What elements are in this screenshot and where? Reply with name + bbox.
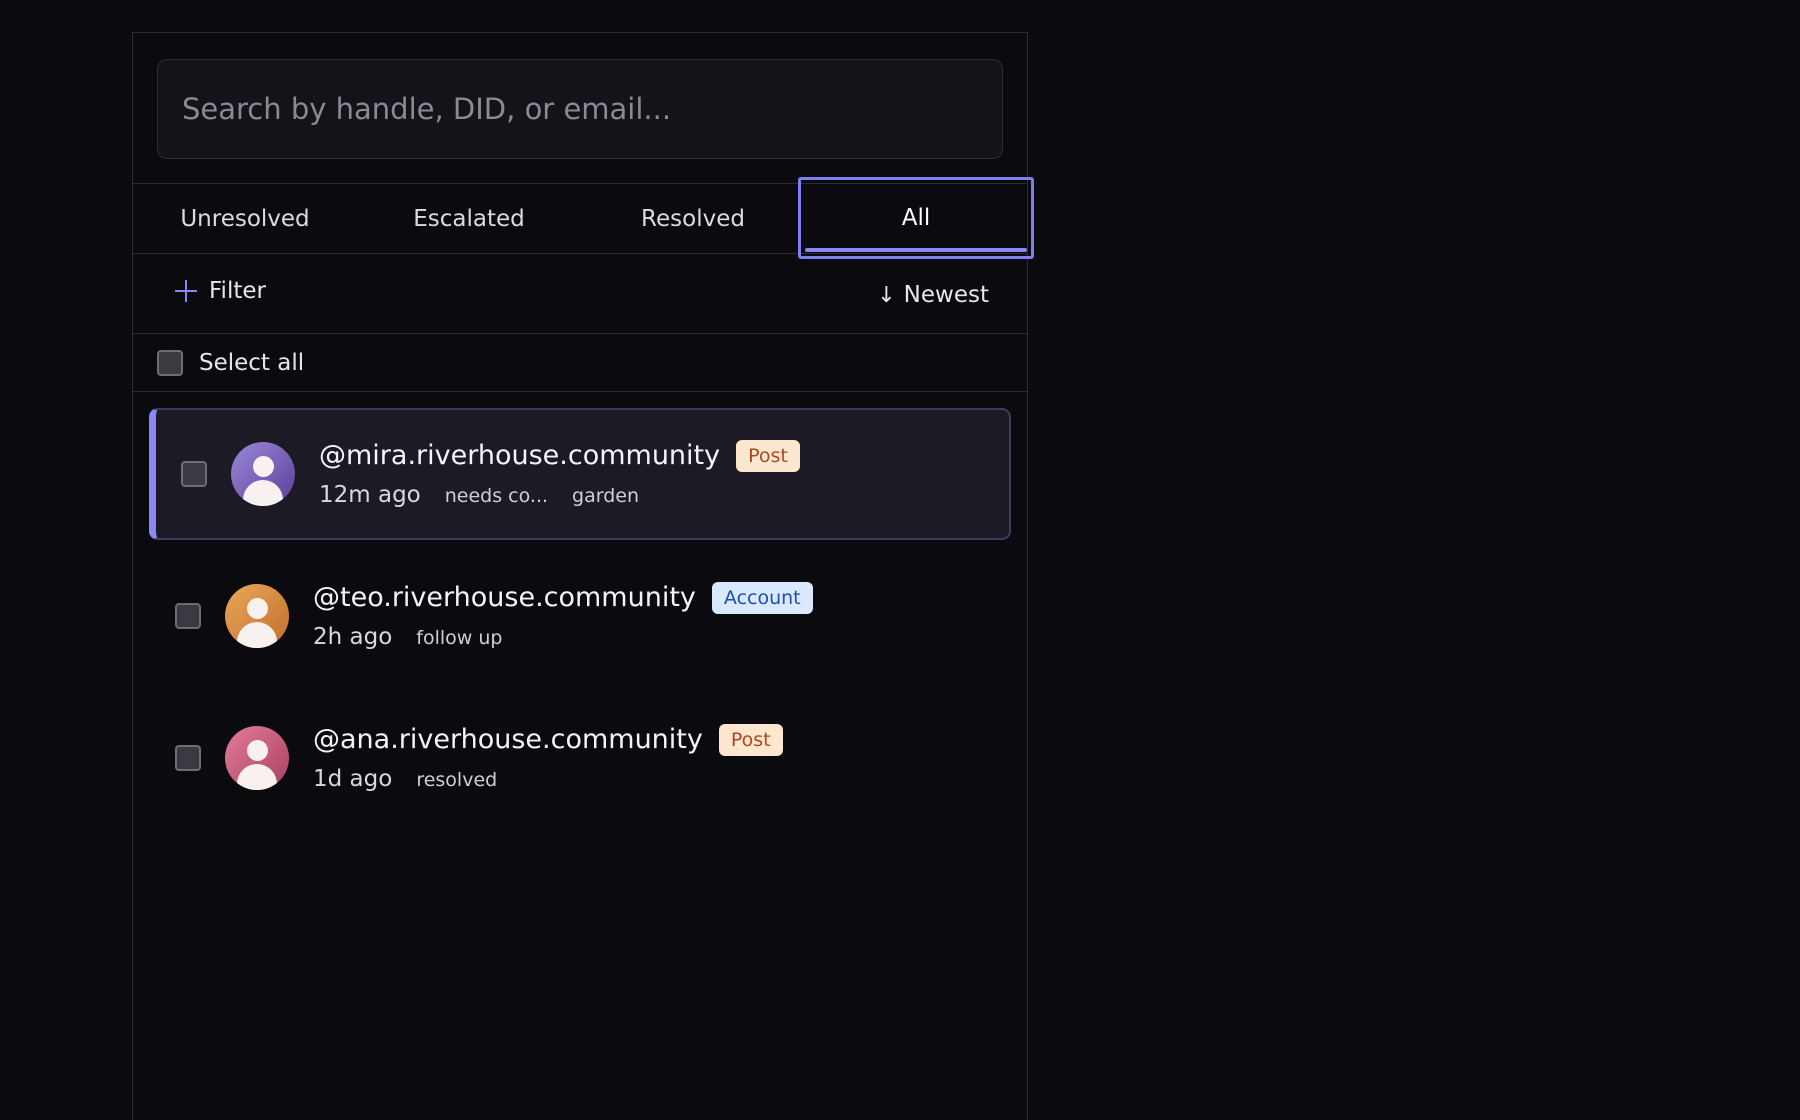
tab-label: All xyxy=(901,205,931,231)
list-toolbar: Filter ↓ Newest xyxy=(133,254,1027,334)
report-list: @mira.riverhouse.community Post 12m ago … xyxy=(133,392,1027,824)
filter-label: Filter xyxy=(209,278,266,304)
plus-icon xyxy=(175,280,197,302)
report-time: 1d ago xyxy=(313,766,393,793)
user-icon xyxy=(247,740,268,761)
tab-resolved[interactable]: Resolved xyxy=(581,184,805,253)
avatar xyxy=(225,584,289,648)
type-badge: Post xyxy=(718,723,783,757)
avatar xyxy=(225,726,289,790)
type-badge: Account xyxy=(711,581,813,615)
tab-escalated[interactable]: Escalated xyxy=(357,184,581,253)
filter-button[interactable]: Filter xyxy=(175,278,266,304)
report-tag: needs co... xyxy=(444,485,549,508)
report-time: 12m ago xyxy=(319,482,421,509)
tab-label: Unresolved xyxy=(180,205,310,232)
user-icon xyxy=(247,598,268,619)
active-tab-indicator xyxy=(805,248,1027,252)
tab-unresolved[interactable]: Unresolved xyxy=(133,184,357,253)
report-handle: @mira.riverhouse.community xyxy=(319,440,721,472)
tab-label: Escalated xyxy=(413,205,525,232)
select-all-checkbox[interactable] xyxy=(157,349,183,376)
report-info: @ana.riverhouse.community Post 1d ago re… xyxy=(313,723,783,793)
report-row[interactable]: @teo.riverhouse.community Account 2h ago… xyxy=(149,550,1011,682)
user-icon xyxy=(253,456,274,477)
select-all-row: Select all xyxy=(133,334,1027,392)
avatar xyxy=(231,442,295,506)
arrow-down-icon: ↓ xyxy=(877,282,896,308)
row-checkbox[interactable] xyxy=(175,603,201,629)
sort-label: Newest xyxy=(903,282,989,308)
report-tag: garden xyxy=(572,485,640,508)
select-all-label: Select all xyxy=(199,349,305,376)
report-handle: @teo.riverhouse.community xyxy=(313,582,696,614)
search-section xyxy=(133,33,1027,184)
report-handle: @ana.riverhouse.community xyxy=(313,724,703,756)
type-badge: Post xyxy=(736,439,800,473)
report-info: @teo.riverhouse.community Account 2h ago… xyxy=(313,581,813,651)
tab-all[interactable]: All xyxy=(798,177,1034,259)
report-tag: follow up xyxy=(416,627,503,650)
report-info: @mira.riverhouse.community Post 12m ago … xyxy=(319,439,800,509)
status-tabs: Unresolved Escalated Resolved All xyxy=(133,177,1034,259)
report-row[interactable]: @mira.riverhouse.community Post 12m ago … xyxy=(149,408,1011,540)
tab-label: Resolved xyxy=(641,205,745,232)
reports-panel: Unresolved Escalated Resolved All Filter… xyxy=(132,32,1034,1120)
row-checkbox[interactable] xyxy=(181,461,207,487)
report-time: 2h ago xyxy=(313,624,393,651)
row-checkbox[interactable] xyxy=(175,745,201,771)
report-tag: resolved xyxy=(416,769,498,792)
search-input[interactable] xyxy=(157,59,1003,159)
sort-button[interactable]: ↓ Newest xyxy=(877,282,989,308)
report-row[interactable]: @ana.riverhouse.community Post 1d ago re… xyxy=(149,692,1011,824)
